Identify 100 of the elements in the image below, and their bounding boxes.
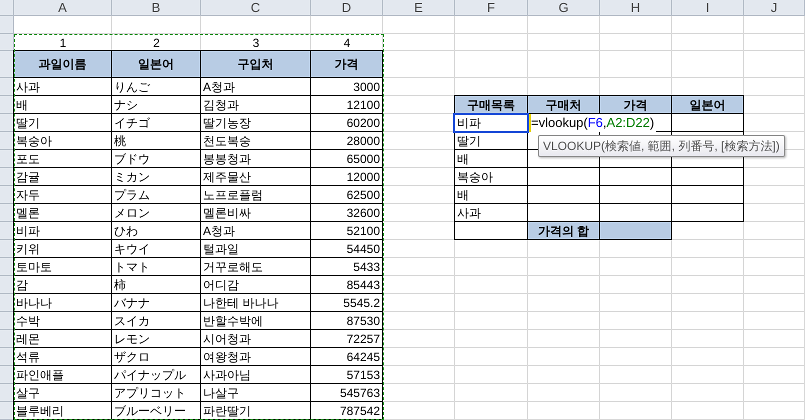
table-cell-text: 2	[152, 34, 161, 51]
table-cell: 12100	[311, 96, 383, 114]
table-cell: トマト	[112, 258, 201, 276]
table-cell: 석류	[13, 348, 112, 366]
column-heading: 일본어	[672, 95, 744, 114]
column-header[interactable]: D	[311, 0, 383, 16]
row-header[interactable]	[0, 78, 14, 96]
table-cell	[528, 168, 600, 186]
table-cell: 파인애플	[13, 366, 112, 384]
table-cell: レモン	[112, 330, 201, 348]
column-header[interactable]: F	[455, 0, 528, 16]
table-cell: 털과일	[201, 240, 311, 258]
table-cell: 바나나	[13, 294, 112, 312]
table-cell: 64245	[311, 348, 383, 366]
table-cell: 사과	[454, 204, 528, 222]
table-cell: 60200	[311, 114, 383, 132]
table-cell: 54450	[311, 240, 383, 258]
row-header[interactable]	[0, 402, 14, 420]
column-header[interactable]: H	[600, 0, 672, 16]
row-header[interactable]	[0, 132, 14, 150]
table-cell	[600, 168, 672, 186]
row-header[interactable]	[0, 96, 14, 114]
table-cell: 감귤	[13, 168, 112, 186]
table-cell: 배	[13, 96, 112, 114]
table-cell: パイナップル	[112, 366, 201, 384]
table-cell	[672, 168, 744, 186]
row-header[interactable]	[0, 114, 14, 132]
table-cell: ブルーベリー	[112, 402, 201, 420]
table-cell: 살구	[13, 384, 112, 402]
column-heading: 가격	[311, 50, 383, 78]
row-header[interactable]	[0, 51, 14, 78]
row-header[interactable]	[0, 330, 14, 348]
table-cell: 배	[454, 150, 528, 168]
table-cell	[600, 222, 672, 240]
column-header[interactable]: I	[672, 0, 744, 16]
column-header[interactable]: B	[112, 0, 201, 16]
table-cell: プラム	[112, 186, 201, 204]
table-cell: アプリコット	[112, 384, 201, 402]
table-cell: 3000	[311, 78, 383, 96]
table-cell: 나살구	[201, 384, 311, 402]
row-header[interactable]	[0, 276, 14, 294]
row-header[interactable]	[0, 258, 14, 276]
table-cell: 감	[13, 276, 112, 294]
table-cell: 반할수박에	[201, 312, 311, 330]
table-cell	[672, 204, 744, 222]
row-header[interactable]	[0, 186, 14, 204]
table-cell: 85443	[311, 276, 383, 294]
table-cell: イチゴ	[112, 114, 201, 132]
column-heading: 일본어	[112, 50, 201, 78]
table-cell: 사과	[13, 78, 112, 96]
row-header[interactable]	[0, 150, 14, 168]
row-header[interactable]	[0, 240, 14, 258]
table-cell: 787542	[311, 402, 383, 420]
table-cell: 파란딸기	[201, 402, 311, 420]
row-header[interactable]	[0, 384, 14, 402]
table-cell: 545763	[311, 384, 383, 402]
table-cell: 시어청과	[201, 330, 311, 348]
table-cell: 키위	[13, 240, 112, 258]
table-cell: 52100	[311, 222, 383, 240]
column-header[interactable]: E	[383, 0, 455, 16]
table-cell: キウイ	[112, 240, 201, 258]
row-header[interactable]	[0, 312, 14, 330]
table-cell: 사과아님	[201, 366, 311, 384]
table-cell: 딸기농장	[201, 114, 311, 132]
column-heading: 가격	[600, 95, 672, 114]
table-cell: 수박	[13, 312, 112, 330]
row-header[interactable]	[0, 366, 14, 384]
table-cell: 87530	[311, 312, 383, 330]
table-cell: ミカン	[112, 168, 201, 186]
table-cell: 여왕청과	[201, 348, 311, 366]
table-cell: 복숭아	[454, 168, 528, 186]
table-cell: 12000	[311, 168, 383, 186]
table-cell: 레몬	[13, 330, 112, 348]
row-header[interactable]	[0, 348, 14, 366]
table-cell	[528, 186, 600, 204]
table-cell: 비파	[13, 222, 112, 240]
row-header[interactable]	[0, 222, 14, 240]
row-header[interactable]	[0, 168, 14, 186]
table-cell: 딸기	[13, 114, 112, 132]
row-header[interactable]	[0, 204, 14, 222]
table-cell: 봉봉청과	[201, 150, 311, 168]
table-cell: 배	[454, 186, 528, 204]
table-cell: 딸기	[454, 132, 528, 150]
column-header[interactable]: G	[528, 0, 600, 16]
table-cell: 어디감	[201, 276, 311, 294]
column-header[interactable]: J	[744, 0, 805, 16]
table-cell: 거꾸로해도	[201, 258, 311, 276]
table-cell	[672, 186, 744, 204]
table-cell: ザクロ	[112, 348, 201, 366]
column-header[interactable]: A	[14, 0, 112, 16]
table-cell: 비파	[454, 114, 528, 132]
table-cell	[672, 114, 744, 132]
table-cell: スイカ	[112, 312, 201, 330]
column-header[interactable]: C	[201, 0, 311, 16]
formula-editor[interactable]: =vlookup(F6,A2:D22)	[529, 114, 656, 132]
table-cell: 노프로플럼	[201, 186, 311, 204]
table-cell: 5545.2	[311, 294, 383, 312]
column-heading: 구매목록	[454, 95, 528, 114]
row-header[interactable]	[0, 294, 14, 312]
total-label: 가격의 합	[528, 222, 600, 240]
